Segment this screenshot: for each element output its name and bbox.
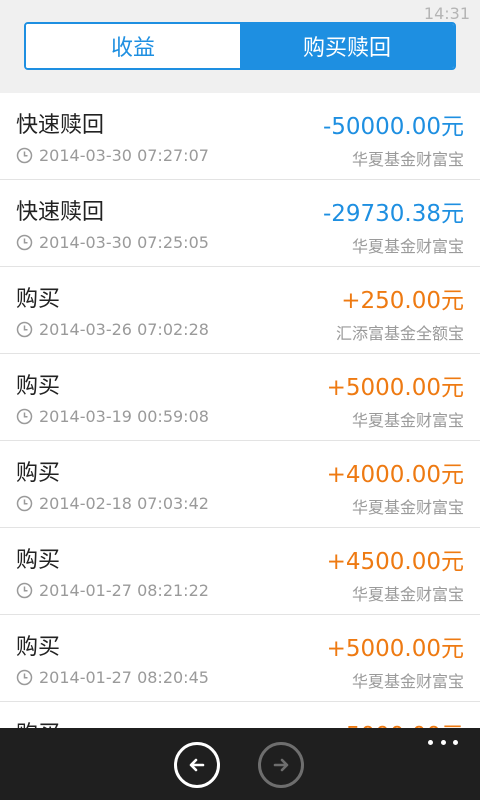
transaction-time: 2014-03-30 07:27:07 xyxy=(16,146,209,165)
transaction-title: 购买 xyxy=(16,287,61,312)
more-dot xyxy=(453,739,458,745)
transaction-fund: 华夏基金财富宝 xyxy=(351,150,464,169)
transaction-row[interactable]: 购买 2014-01-27 08:20:45 +5000.00元华夏基金财富宝 xyxy=(0,615,480,702)
forward-button[interactable] xyxy=(258,742,304,788)
transaction-title: 快速赎回 xyxy=(16,113,105,138)
transaction-amount: +250.00元 xyxy=(341,288,464,314)
transaction-row[interactable]: 快速赎回 2014-03-30 07:27:07 -50000.00元华夏基金财富宝 xyxy=(0,93,480,180)
transaction-amount: +4500.00元 xyxy=(326,549,464,575)
transaction-amount: -29730.38元 xyxy=(322,201,464,227)
app-bar xyxy=(0,728,480,800)
transaction-amount: +5000.00元 xyxy=(326,636,464,662)
clock-icon xyxy=(16,147,33,164)
clock-icon xyxy=(16,408,33,425)
clock-icon xyxy=(16,669,33,686)
forward-arrow-icon xyxy=(273,758,289,772)
clock-icon xyxy=(16,495,33,512)
transaction-time: 2014-02-18 07:03:42 xyxy=(16,494,209,513)
back-arrow-icon xyxy=(189,758,205,772)
transaction-row[interactable]: 购买 2014-02-18 07:03:42 +4000.00元华夏基金财富宝 xyxy=(0,441,480,528)
transaction-time: 2014-03-26 07:02:28 xyxy=(16,320,209,339)
more-dot xyxy=(440,739,446,745)
transaction-amount: +4000.00元 xyxy=(326,462,464,488)
more-dot xyxy=(428,739,433,745)
transaction-fund: 汇添富基金全额宝 xyxy=(335,324,464,343)
transaction-timestamp: 2014-01-27 08:20:45 xyxy=(39,668,209,687)
clock-icon xyxy=(16,582,33,599)
transaction-title: 购买 xyxy=(16,548,61,573)
transaction-fund: 华夏基金财富宝 xyxy=(351,585,464,604)
transaction-time: 2014-01-27 08:20:45 xyxy=(16,668,209,687)
clock-icon xyxy=(16,234,33,251)
transaction-timestamp: 2014-03-30 07:27:07 xyxy=(39,146,209,165)
clock-icon xyxy=(16,321,33,338)
transaction-amount: +5000.00元 xyxy=(327,716,464,728)
transaction-timestamp: 2014-03-19 00:59:08 xyxy=(39,407,209,426)
transaction-fund: 华夏基金财富宝 xyxy=(351,411,464,430)
status-time: 14:31 xyxy=(423,4,470,23)
transaction-row[interactable]: 购买 +5000.00元 xyxy=(0,702,480,728)
tab-switcher: 收益 购买赎回 xyxy=(24,22,456,70)
transaction-row[interactable]: 购买 2014-03-19 00:59:08 +5000.00元华夏基金财富宝 xyxy=(0,354,480,441)
more-button[interactable] xyxy=(428,736,458,748)
transaction-timestamp: 2014-03-26 07:02:28 xyxy=(39,320,209,339)
transaction-title: 快速赎回 xyxy=(16,200,105,225)
transaction-timestamp: 2014-03-30 07:25:05 xyxy=(39,233,209,252)
tab-earnings[interactable]: 收益 xyxy=(26,24,240,68)
header: 14:31 收益 购买赎回 xyxy=(0,0,480,93)
transaction-fund: 华夏基金财富宝 xyxy=(351,498,464,517)
transaction-timestamp: 2014-02-18 07:03:42 xyxy=(39,494,209,513)
transaction-fund: 华夏基金财富宝 xyxy=(351,672,464,691)
transaction-time: 2014-03-19 00:59:08 xyxy=(16,407,209,426)
transaction-row[interactable]: 快速赎回 2014-03-30 07:25:05 -29730.38元华夏基金财富宝 xyxy=(0,180,480,267)
transaction-timestamp: 2014-01-27 08:21:22 xyxy=(39,581,209,600)
tab-purchase-redeem[interactable]: 购买赎回 xyxy=(240,24,454,68)
status-bar: 14:31 xyxy=(0,0,480,23)
transaction-title: 购买 xyxy=(16,635,61,660)
transaction-time: 2014-01-27 08:21:22 xyxy=(16,581,209,600)
transaction-time: 2014-03-30 07:25:05 xyxy=(16,233,209,252)
transaction-title: 购买 xyxy=(16,374,61,399)
transaction-amount: -50000.00元 xyxy=(322,114,464,140)
transaction-title: 购买 xyxy=(16,461,61,486)
transaction-title: 购买 xyxy=(16,716,60,728)
transaction-row[interactable]: 购买 2014-03-26 07:02:28 +250.00元汇添富基金全额宝 xyxy=(0,267,480,354)
transaction-amount: +5000.00元 xyxy=(326,375,464,401)
transaction-row[interactable]: 购买 2014-01-27 08:21:22 +4500.00元华夏基金财富宝 xyxy=(0,528,480,615)
transaction-fund: 华夏基金财富宝 xyxy=(351,237,464,256)
back-button[interactable] xyxy=(174,742,220,788)
transaction-list: 快速赎回 2014-03-30 07:27:07 -50000.00元华夏基金财富宝… xyxy=(0,93,480,728)
